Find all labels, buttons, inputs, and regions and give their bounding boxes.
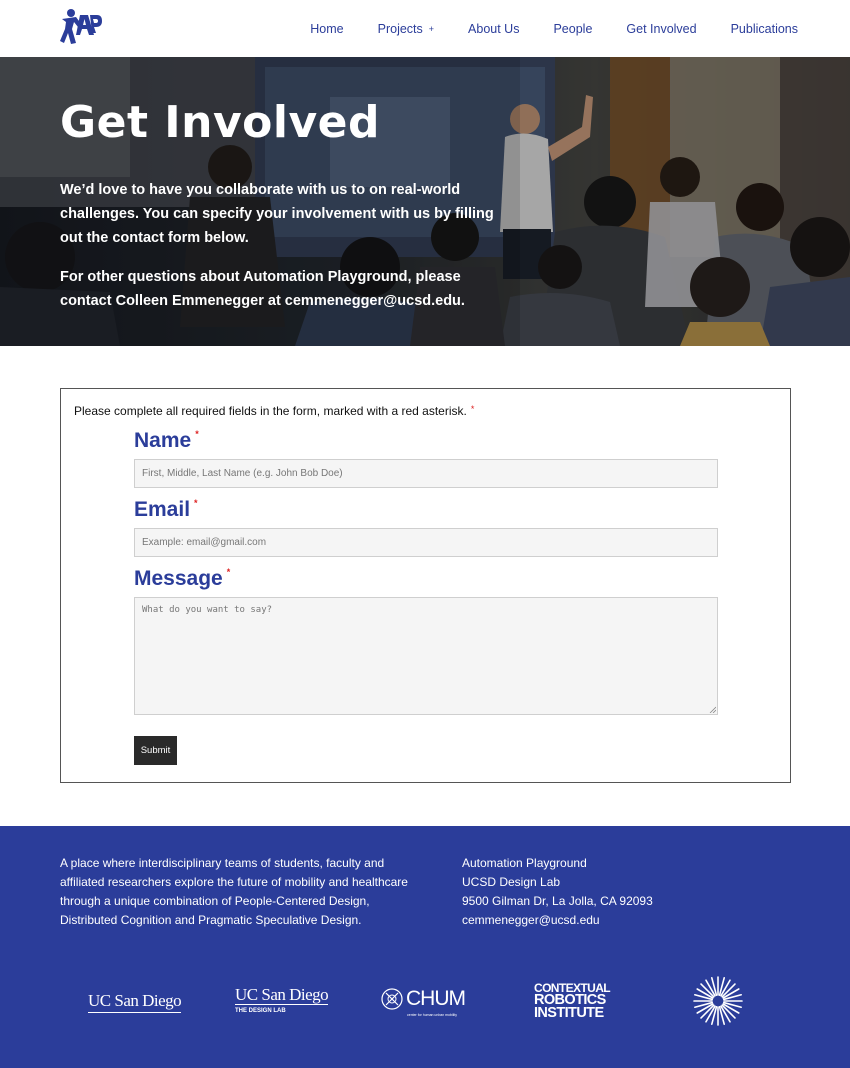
address-street: 9500 Gilman Dr, La Jolla, CA 92093	[462, 894, 653, 908]
chum-text: CHUM	[406, 987, 466, 1010]
contextual-robotics-institute-logo[interactable]: CONTEXTUAL ROBOTICS INSTITUTE	[534, 982, 611, 1021]
plus-icon[interactable]: +	[429, 24, 434, 34]
design-lab-subtitle: THE DESIGN LAB	[235, 1008, 286, 1014]
required-asterisk: *	[226, 567, 231, 577]
hero-banner: Get Involved We’d love to have you colla…	[0, 57, 850, 346]
message-label: Message *	[134, 567, 230, 591]
email-label: Email *	[134, 498, 198, 522]
email-label-text: Email	[134, 498, 191, 521]
nav-about-us[interactable]: About Us	[468, 22, 519, 36]
chum-subtitle: center for human unban mobility	[407, 1013, 457, 1017]
name-input[interactable]: First, Middle, Last Name (e.g. John Bob …	[134, 459, 718, 488]
footer: A place where interdisciplinary teams of…	[0, 826, 850, 1068]
form-note-text: Please complete all required fields in t…	[74, 404, 467, 418]
nav-people[interactable]: People	[553, 22, 592, 36]
message-textarea[interactable]: What do you want to say?	[134, 597, 718, 715]
nav-projects-label: Projects	[377, 21, 423, 36]
address-org: Automation Playground	[462, 856, 587, 870]
required-asterisk: *	[195, 429, 199, 439]
name-label: Name *	[134, 429, 199, 453]
email-input[interactable]: Example: email@gmail.com	[134, 528, 718, 557]
hero-content: Get Involved We’d love to have you colla…	[60, 95, 500, 313]
site-logo[interactable]	[60, 7, 102, 45]
partner-logos: UC San Diego UC San Diego THE DESIGN LAB…	[0, 974, 850, 1034]
nav-home[interactable]: Home	[310, 22, 343, 36]
hero-contact-text: For other questions about Automation Pla…	[60, 269, 465, 309]
footer-about-text: A place where interdisciplinary teams of…	[60, 856, 408, 927]
chum-logo[interactable]: CHUM center for human unban mobility	[381, 987, 466, 1017]
hero-intro-text: We’d love to have you collaborate with u…	[60, 182, 494, 246]
cri-line3: INSTITUTE	[534, 1004, 604, 1021]
ucsd-design-lab-name: UC San Diego	[235, 985, 329, 1005]
chum-circle-icon	[381, 988, 403, 1010]
page-title: Get Involved	[60, 97, 381, 148]
sunburst-logo-icon[interactable]	[693, 976, 743, 1026]
nav-projects[interactable]: Projects +	[378, 22, 434, 36]
address-email-link[interactable]: cemmenegger@ucsd.edu	[462, 911, 653, 930]
top-nav: Home Projects + About Us People Get Invo…	[0, 0, 850, 57]
ucsd-design-lab-logo[interactable]: UC San Diego THE DESIGN LAB	[235, 985, 329, 1014]
footer-address: Automation Playground UCSD Design Lab 95…	[462, 854, 653, 930]
nav-links: Home Projects + About Us People Get Invo…	[276, 0, 798, 57]
name-label-text: Name	[134, 429, 192, 452]
message-label-text: Message	[134, 567, 223, 590]
required-asterisk: *	[470, 404, 475, 414]
ucsd-logo[interactable]: UC San Diego	[88, 991, 182, 1013]
form-instructions: Please complete all required fields in t…	[74, 404, 474, 418]
contact-form: Please complete all required fields in t…	[60, 388, 791, 783]
nav-publications[interactable]: Publications	[731, 22, 798, 36]
submit-button[interactable]: Submit	[134, 736, 177, 765]
required-asterisk: *	[194, 498, 198, 508]
message-placeholder: What do you want to say?	[142, 605, 273, 615]
resize-handle-icon[interactable]	[709, 706, 716, 713]
address-lab: UCSD Design Lab	[462, 875, 561, 889]
nav-get-involved[interactable]: Get Involved	[626, 22, 696, 36]
